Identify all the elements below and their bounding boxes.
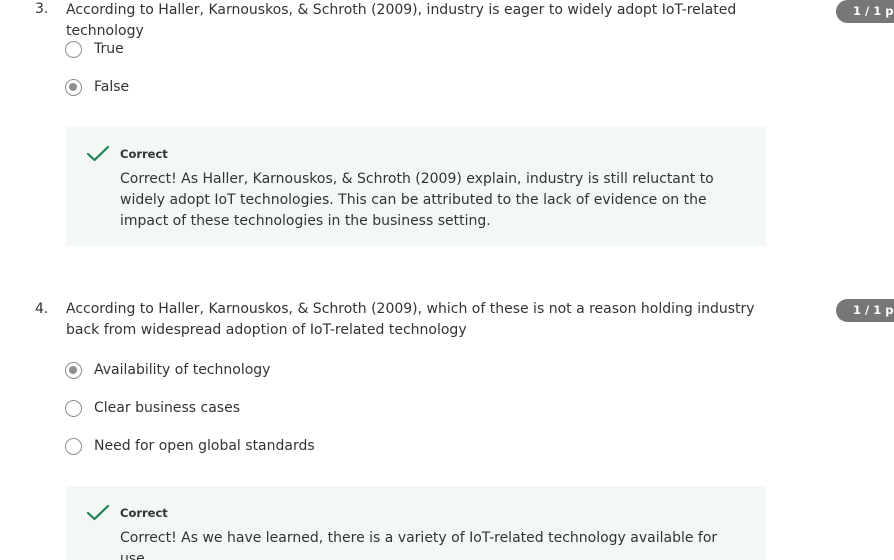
feedback-body: Correct! As we have learned, there is a …	[120, 530, 718, 560]
option-true[interactable]: True	[65, 39, 124, 59]
radio-button-selected[interactable]	[65, 361, 82, 379]
feedback-title: Correct	[120, 506, 168, 520]
points-badge: 1 / 1 point	[836, 299, 894, 322]
feedback-body: Correct! As Haller, Karnouskos, & Schrot…	[120, 171, 714, 229]
question-text: According to Haller, Karnouskos, & Schro…	[66, 301, 755, 338]
option-false[interactable]: False	[65, 77, 129, 97]
quiz-results-page: 3. According to Haller, Karnouskos, & Sc…	[0, 0, 894, 560]
option-label: True	[94, 41, 124, 57]
feedback-box: Correct Correct! As we have learned, the…	[66, 486, 766, 560]
option-label: False	[94, 79, 130, 95]
option-clear-business-cases[interactable]: Clear business cases	[65, 398, 240, 418]
radio-button[interactable]	[65, 40, 82, 58]
option-label: Clear business cases	[94, 400, 241, 416]
radio-button[interactable]	[65, 399, 82, 417]
option-availability-of-technology[interactable]: Availability of technology	[65, 360, 270, 380]
check-icon	[86, 145, 110, 162]
question-text: According to Haller, Karnouskos, & Schro…	[66, 2, 737, 39]
check-icon	[86, 504, 110, 521]
question-number: 3.	[35, 1, 49, 17]
question-number: 4.	[35, 301, 49, 317]
option-need-for-open-global-standards[interactable]: Need for open global standards	[65, 436, 315, 456]
radio-button-selected[interactable]	[65, 78, 82, 96]
option-label: Need for open global standards	[94, 438, 315, 454]
feedback-title: Correct	[120, 147, 168, 161]
feedback-box: Correct Correct! As Haller, Karnouskos, …	[66, 127, 766, 246]
radio-button[interactable]	[65, 437, 82, 455]
points-badge: 1 / 1 point	[836, 0, 894, 23]
option-label: Availability of technology	[94, 362, 271, 378]
